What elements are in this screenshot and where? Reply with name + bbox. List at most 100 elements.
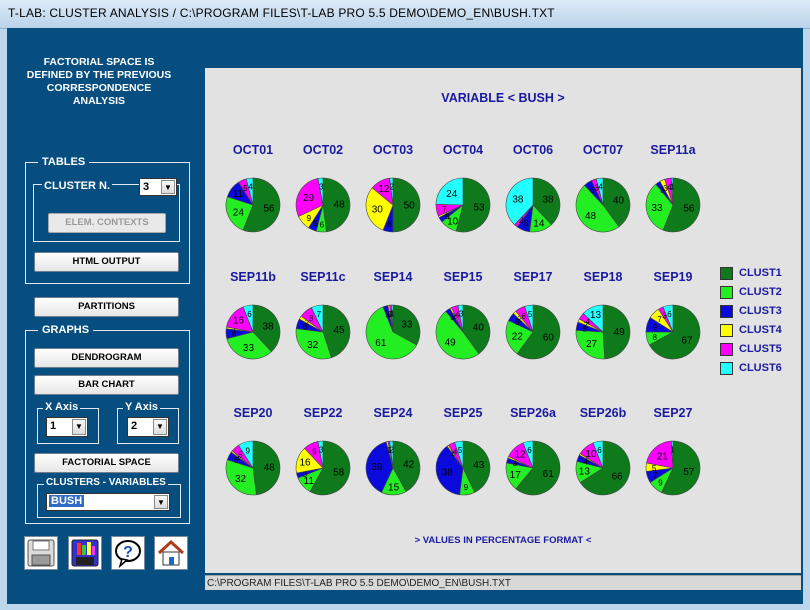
pie-label: SEP26a	[510, 406, 557, 420]
slice-value-label: 49	[614, 327, 626, 338]
slice-value-label: 9	[464, 483, 469, 492]
slice-value-label: 56	[263, 204, 275, 215]
clusters-variables-select[interactable]: BUSH ▼	[46, 493, 170, 511]
slice-value-label: 33	[243, 343, 255, 354]
slice-value-label: 4	[248, 183, 253, 192]
legend-label: CLUST2	[739, 286, 782, 298]
slice-value-label: 15	[388, 482, 400, 493]
slice-value-label: 12	[514, 450, 526, 461]
chevron-down-icon[interactable]: ▼	[72, 419, 86, 435]
slice-value-label: 4	[598, 183, 603, 192]
bar-chart-button[interactable]: BAR CHART	[34, 375, 179, 395]
slice-value-label: 42	[403, 459, 415, 470]
slice-value-label: 1	[670, 183, 675, 192]
legend-label: CLUST6	[739, 362, 782, 374]
slice-value-label: 6	[320, 220, 325, 229]
slice-value-label: 8	[652, 333, 657, 342]
factorial-space-button[interactable]: FACTORIAL SPACE	[34, 453, 179, 473]
x-axis-select[interactable]: 1 ▼	[46, 417, 88, 437]
pie-label: SEP24	[374, 406, 413, 420]
pie-label: SEP17	[514, 270, 553, 284]
pie-label: OCT03	[373, 143, 413, 157]
slice-value-label: 48	[334, 199, 346, 210]
slice-value-label: 9	[653, 323, 658, 332]
tables-group-label: TABLES	[38, 156, 90, 168]
pie-label: SEP18	[584, 270, 623, 284]
chevron-down-icon[interactable]: ▼	[154, 495, 168, 509]
slice-value-label: 5	[458, 446, 463, 455]
pie-label: SEP15	[444, 270, 483, 284]
html-output-button[interactable]: HTML OUTPUT	[34, 252, 179, 272]
slice-value-label: 17	[510, 470, 522, 481]
multi-save-icon[interactable]	[68, 536, 102, 570]
legend-swatch	[720, 286, 733, 299]
legend-label: CLUST3	[739, 305, 782, 317]
pie-label: SEP19	[654, 270, 693, 284]
pie-label: SEP20	[234, 406, 273, 420]
pie-charts: OCT015624115 4OCT0248659293OCT035063012 2O…	[225, 143, 701, 496]
pie-label: SEP27	[654, 406, 693, 420]
svg-text:?: ?	[123, 544, 133, 561]
slice-value-label: 40	[613, 195, 625, 206]
slice-value-label: 9	[658, 479, 663, 488]
chevron-down-icon[interactable]: ▼	[161, 180, 175, 194]
clusters-variables-label: CLUSTERS - VARIABLES	[44, 477, 168, 488]
slice-value-label: 38	[442, 468, 454, 479]
y-axis-value: 2	[131, 420, 138, 432]
partitions-button[interactable]: PARTITIONS	[34, 297, 179, 317]
slice-value-label: 32	[307, 340, 319, 351]
y-axis-label: Y Axis	[123, 401, 161, 413]
dendrogram-button[interactable]: DENDROGRAM	[34, 348, 179, 368]
slice-value-label: 9	[246, 446, 251, 455]
slice-value-label: 21	[657, 451, 669, 462]
slice-value-label: 8	[524, 219, 529, 228]
pie-label: SEP26b	[580, 406, 627, 420]
y-axis-select[interactable]: 2 ▼	[127, 417, 169, 437]
slice-value-label: 7	[442, 205, 447, 214]
slice-value-label: 58	[333, 468, 345, 479]
slice-value-label: 66	[612, 471, 624, 482]
slice-value-label: 6	[522, 312, 527, 321]
pie-label: OCT07	[583, 143, 623, 157]
slice-value-label: 12	[378, 184, 390, 195]
slice-value-label: 13	[579, 466, 591, 477]
x-axis-label: X Axis	[43, 401, 81, 413]
slice-value-label: 3	[319, 446, 324, 455]
elem-contexts-button[interactable]: ELEM. CONTEXTS	[48, 213, 166, 233]
slice-value-label: 5	[313, 219, 318, 228]
slice-value-label: 16	[299, 458, 311, 469]
window-title: T-LAB: CLUSTER ANALYSIS / C:\PROGRAM FIL…	[8, 6, 555, 20]
slice-value-label: 27	[586, 339, 598, 350]
pie-label: OCT04	[443, 143, 483, 157]
slice-value-label: 3	[459, 310, 464, 319]
pie-label: SEP22	[304, 406, 343, 420]
slice-value-label: 6	[387, 220, 392, 229]
graphs-group-label: GRAPHS	[38, 324, 94, 336]
slice-value-label: 32	[235, 474, 247, 485]
slice-value-label: 9	[312, 448, 317, 457]
help-icon[interactable]: ?	[111, 536, 145, 570]
slice-value-label: 50	[404, 201, 416, 212]
slice-value-label: 16	[233, 315, 245, 326]
slice-value-label: 5	[528, 310, 533, 319]
slice-value-label: 24	[446, 189, 458, 200]
legend-swatch	[720, 267, 733, 280]
chevron-down-icon[interactable]: ▼	[153, 419, 167, 435]
slice-value-label: 57	[683, 467, 695, 478]
slice-value-label: 2	[390, 183, 395, 192]
slice-value-label: 45	[333, 325, 345, 336]
slice-value-label: 14	[533, 218, 545, 229]
disk-icon[interactable]	[24, 536, 58, 570]
home-icon[interactable]	[154, 536, 188, 570]
legend-swatch	[720, 305, 733, 318]
slice-value-label: 13	[590, 310, 602, 321]
pie-label: SEP25	[444, 406, 483, 420]
legend-label: CLUST1	[739, 267, 782, 279]
cluster-n-select[interactable]: 3 ▼	[139, 178, 177, 196]
slice-value-label: 40	[473, 322, 485, 333]
pie-label: OCT06	[513, 143, 553, 157]
x-axis-value: 1	[50, 420, 57, 432]
clusters-variables-value: BUSH	[49, 495, 85, 507]
app-window: T-LAB: CLUSTER ANALYSIS / C:\PROGRAM FIL…	[0, 0, 810, 610]
slice-value-label: 60	[543, 333, 555, 344]
